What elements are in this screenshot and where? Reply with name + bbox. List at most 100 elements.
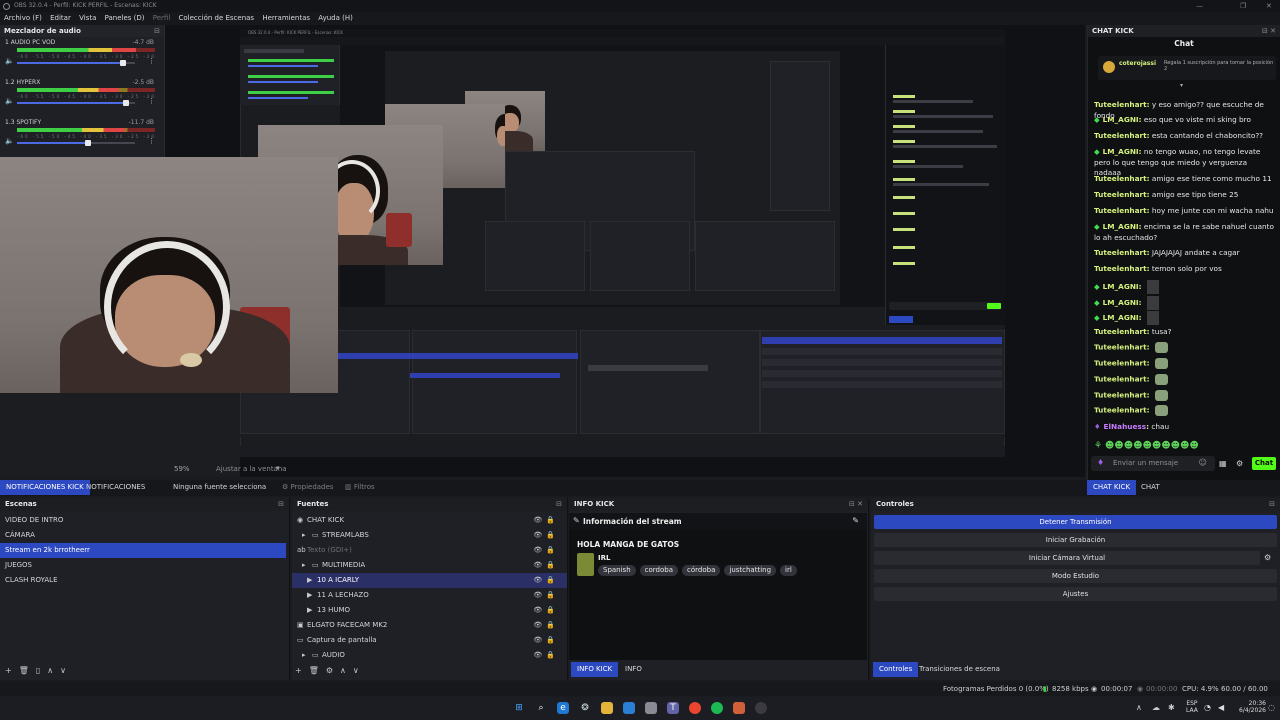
chat-message[interactable]: ◆ LM_AGNI: encima se la re sabe nahuel cu… (1094, 222, 1274, 243)
language-indicator[interactable]: ESP LAA (1186, 700, 1198, 714)
file-explorer-icon[interactable] (601, 702, 613, 714)
tab-controls[interactable]: Controles (873, 662, 919, 677)
close-button[interactable]: ✕ (1266, 0, 1272, 12)
scene-item[interactable]: Stream en 2k brrotheerr (0, 543, 286, 558)
tab-info-kick[interactable]: INFO KICK (571, 662, 619, 677)
chat-username[interactable]: LM_AGNI (1103, 313, 1139, 322)
chat-message[interactable]: Tuteelenhart: temon solo por vos (1094, 264, 1274, 275)
tab-chat[interactable]: CHAT (1135, 480, 1166, 495)
volume-slider[interactable] (17, 140, 135, 146)
dock-menu-icon[interactable]: ⊟ (556, 498, 562, 511)
scene-item[interactable]: CLASH ROYALE (0, 573, 286, 588)
tray-bluetooth-icon[interactable]: ✱ (1168, 703, 1175, 712)
notepad-icon[interactable] (645, 702, 657, 714)
capcut-icon[interactable] (733, 702, 745, 714)
chat-message[interactable]: Tuteelenhart: hoy me junte con mi wacha … (1094, 206, 1274, 217)
start-recording-button[interactable]: Iniciar Grabación (874, 533, 1277, 547)
chat-message[interactable]: Tuteelenhart: amigo ese tiene como mucho… (1094, 174, 1274, 185)
settings-button[interactable]: Ajustes (874, 587, 1277, 601)
chat-username[interactable]: Tuteelenhart (1094, 190, 1147, 199)
chrome-icon[interactable] (689, 702, 701, 714)
visibility-lock-icon[interactable]: 👁🔒 (533, 573, 559, 588)
chat-username[interactable]: Tuteelenhart (1094, 248, 1147, 257)
chat-username[interactable]: LM_AGNI (1103, 147, 1139, 156)
source-item[interactable]: ▸ ▭ AUDIO 👁🔒 (292, 648, 567, 663)
chat-message[interactable]: ◆ LM_AGNI: eso que vo viste mi sking bro (1094, 115, 1274, 126)
chat-username[interactable]: LM_AGNI (1103, 222, 1139, 231)
edge-icon[interactable]: e (557, 702, 569, 714)
tab-scene-transitions[interactable]: Transiciones de escena (913, 662, 1006, 677)
chat-username[interactable]: Tuteelenhart (1094, 406, 1147, 415)
chat-username[interactable]: LM_AGNI (1103, 115, 1139, 124)
visibility-lock-icon[interactable]: 👁🔒 (533, 618, 559, 633)
copilot-icon[interactable]: ❂ (579, 702, 591, 714)
clock[interactable]: 20:36 6/4/2026 (1239, 700, 1266, 714)
speaker-icon[interactable]: 🔈 (5, 97, 14, 105)
tab-chat-kick[interactable]: CHAT KICK (1087, 480, 1137, 495)
source-item[interactable]: ▶ 13 HUMO 👁🔒 (292, 603, 567, 618)
source-item[interactable]: ▶ 11 A LECHAZO 👁🔒 (292, 588, 567, 603)
tray-app-icon[interactable]: ☁ (1152, 703, 1160, 712)
scene-item[interactable]: VIDEO DE INTRO (0, 513, 286, 528)
menu-help[interactable]: Ayuda (H) (318, 14, 353, 22)
expand-arrow-icon[interactable]: ▸ (302, 648, 312, 663)
source-toolbar[interactable]: +🗑⚙∧∨ (295, 664, 366, 677)
chat-username[interactable]: Tuteelenhart (1094, 391, 1147, 400)
tray-chevron-icon[interactable]: ∧ (1136, 703, 1142, 712)
calendar-icon[interactable]: ▦ (1219, 459, 1227, 468)
source-item[interactable]: ▸ ▭ STREAMLABS 👁🔒 (292, 528, 567, 543)
wifi-icon[interactable]: ◔ (1204, 703, 1211, 712)
menu-edit[interactable]: Editar (50, 14, 71, 22)
chat-message[interactable]: Tuteelenhart: (1094, 342, 1274, 353)
teams-icon[interactable]: T (667, 702, 679, 714)
chat-message[interactable]: Tuteelenhart: (1094, 374, 1274, 385)
stop-streaming-button[interactable]: Detener Transmisión (874, 515, 1277, 529)
chat-username[interactable]: Tuteelenhart (1094, 343, 1147, 352)
minimize-button[interactable]: — (1196, 0, 1203, 12)
chat-message[interactable]: Tuteelenhart: (1094, 405, 1274, 416)
chat-message[interactable]: Tuteelenhart: (1094, 390, 1274, 401)
chat-username[interactable]: ElNahuess (1104, 422, 1147, 431)
menu-scene-collection[interactable]: Colección de Escenas (179, 14, 255, 22)
chat-username[interactable]: Tuteelenhart (1094, 264, 1147, 273)
menu-file[interactable]: Archivo (F) (4, 14, 42, 22)
chat-message[interactable]: Tuteelenhart: JAJAJAJAJ andate a cagar (1094, 248, 1274, 259)
chat-username[interactable]: Tuteelenhart (1094, 174, 1147, 183)
volume-slider[interactable] (17, 60, 135, 66)
filters-button[interactable]: ▥ Filtros (345, 480, 375, 495)
search-icon[interactable]: ⌕ (535, 702, 547, 714)
scene-toolbar[interactable]: +🗑▯∧∨ (5, 664, 73, 677)
edit-icon[interactable]: ✎ (852, 516, 859, 525)
speaker-icon[interactable]: 🔈 (5, 57, 14, 65)
visibility-lock-icon[interactable]: 👁🔒 (533, 543, 559, 558)
visibility-lock-icon[interactable]: 👁🔒 (533, 558, 559, 573)
volume-icon[interactable]: ◀ (1218, 703, 1224, 712)
spotify-icon[interactable] (711, 702, 723, 714)
visibility-lock-icon[interactable]: 👁🔒 (533, 528, 559, 543)
source-item[interactable]: ▸ ▭ MULTIMEDIA 👁🔒 (292, 558, 567, 573)
expand-arrow-icon[interactable]: ▸ (302, 558, 312, 573)
source-item[interactable]: ▶ 10 A ICARLY 👁🔒 (292, 573, 567, 588)
volume-slider[interactable] (17, 100, 135, 106)
chat-message[interactable]: Tuteelenhart: tusa? (1094, 327, 1274, 338)
emote-picker-icon[interactable]: ♦ (1097, 458, 1104, 467)
track-menu-icon[interactable]: ⋮ (148, 57, 155, 65)
chat-message[interactable]: Tuteelenhart: esta cantando el chaboncit… (1094, 131, 1274, 142)
chat-message[interactable]: ◆ LM_AGNI: (1094, 280, 1274, 294)
chat-username[interactable]: Tuteelenhart (1094, 375, 1147, 384)
dock-menu-icon[interactable]: ⊟ (278, 498, 284, 511)
collapse-pinned-icon[interactable]: ▾ (1180, 82, 1183, 89)
chat-message[interactable]: ◆ LM_AGNI: (1094, 296, 1274, 310)
visibility-lock-icon[interactable]: 👁🔒 (533, 513, 559, 528)
emote-bar[interactable]: ⚘ ☻☻☻☻☻☻☻☻☻☻ (1094, 441, 1274, 451)
obs-taskbar-icon[interactable] (755, 702, 767, 714)
tab-info[interactable]: INFO (619, 662, 648, 677)
start-icon[interactable]: ⊞ (513, 702, 525, 714)
chat-username[interactable]: LM_AGNI (1103, 298, 1139, 307)
visibility-lock-icon[interactable]: 👁🔒 (533, 588, 559, 603)
expand-arrow-icon[interactable]: ▸ (302, 528, 312, 543)
zoom-dropdown-icon[interactable]: ▾ (276, 464, 280, 472)
emoji-icon[interactable]: ☺ (1199, 458, 1207, 467)
track-menu-icon[interactable]: ⋮ (148, 137, 155, 145)
scene-item[interactable]: CÁMARA (0, 528, 286, 543)
